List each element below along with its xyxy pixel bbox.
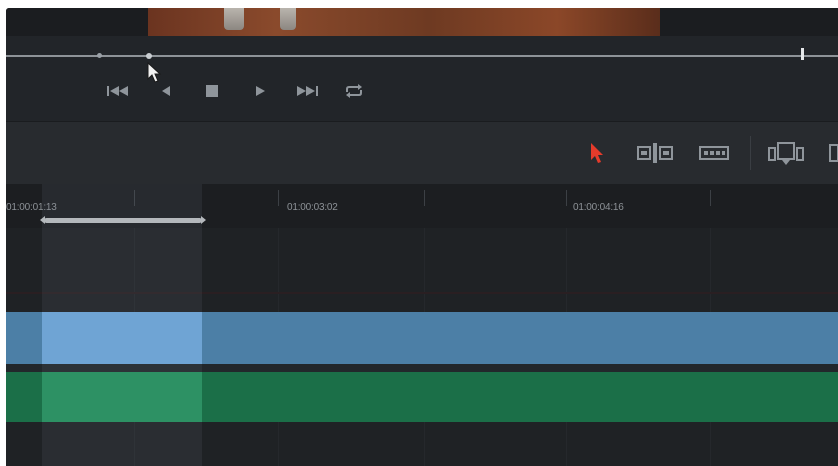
ruler-tick	[424, 190, 425, 206]
play-button[interactable]	[250, 80, 270, 102]
stop-button[interactable]	[202, 80, 222, 102]
transport-controls	[6, 36, 838, 121]
selection-arrow-icon	[591, 143, 603, 163]
stop-icon	[206, 85, 218, 97]
selection-tool[interactable]	[584, 138, 610, 168]
viewer	[6, 8, 838, 36]
scrubber-end-marker[interactable]	[801, 48, 804, 60]
insert-clip-tool[interactable]	[766, 138, 806, 168]
trim-edit-icon	[637, 143, 673, 163]
video-frame	[148, 8, 660, 36]
insert-clip-icon	[768, 142, 804, 165]
blade-tool[interactable]	[698, 138, 730, 168]
clip-icon	[829, 144, 838, 162]
selection-range	[42, 184, 202, 466]
video-frame-detail	[280, 8, 296, 30]
overflow-tool[interactable]	[826, 138, 838, 168]
go-to-end-button[interactable]	[292, 80, 322, 102]
loop-icon	[346, 84, 362, 98]
edit-toolbar	[6, 121, 838, 185]
timecode-label: 01:00:04:16	[573, 202, 624, 213]
scrubber-playhead[interactable]	[146, 53, 152, 59]
mouse-pointer-icon	[147, 62, 162, 83]
scrubber-track[interactable]	[6, 55, 838, 57]
go-to-start-icon	[107, 86, 128, 96]
video-editor-window: 01:00:01:13 01:00:03:02 01:00:04:16	[6, 8, 838, 466]
loop-button[interactable]	[342, 80, 366, 102]
timecode-label: 01:00:03:02	[287, 202, 338, 213]
ruler-tick	[278, 190, 279, 206]
video-frame-detail	[224, 8, 244, 30]
ruler-tick	[710, 190, 711, 206]
timeline[interactable]: 01:00:01:13 01:00:03:02 01:00:04:16	[6, 184, 838, 466]
blade-icon	[699, 146, 729, 160]
reverse-icon	[162, 86, 170, 96]
in-out-range-bar[interactable]	[40, 216, 206, 224]
go-to-start-button[interactable]	[104, 80, 132, 102]
play-icon	[256, 86, 265, 96]
go-to-end-icon	[297, 86, 318, 96]
trim-edit-tool[interactable]	[636, 138, 674, 168]
toolbar-divider	[750, 136, 751, 170]
scrubber-start-marker[interactable]	[97, 53, 102, 58]
ruler-tick	[566, 190, 567, 206]
